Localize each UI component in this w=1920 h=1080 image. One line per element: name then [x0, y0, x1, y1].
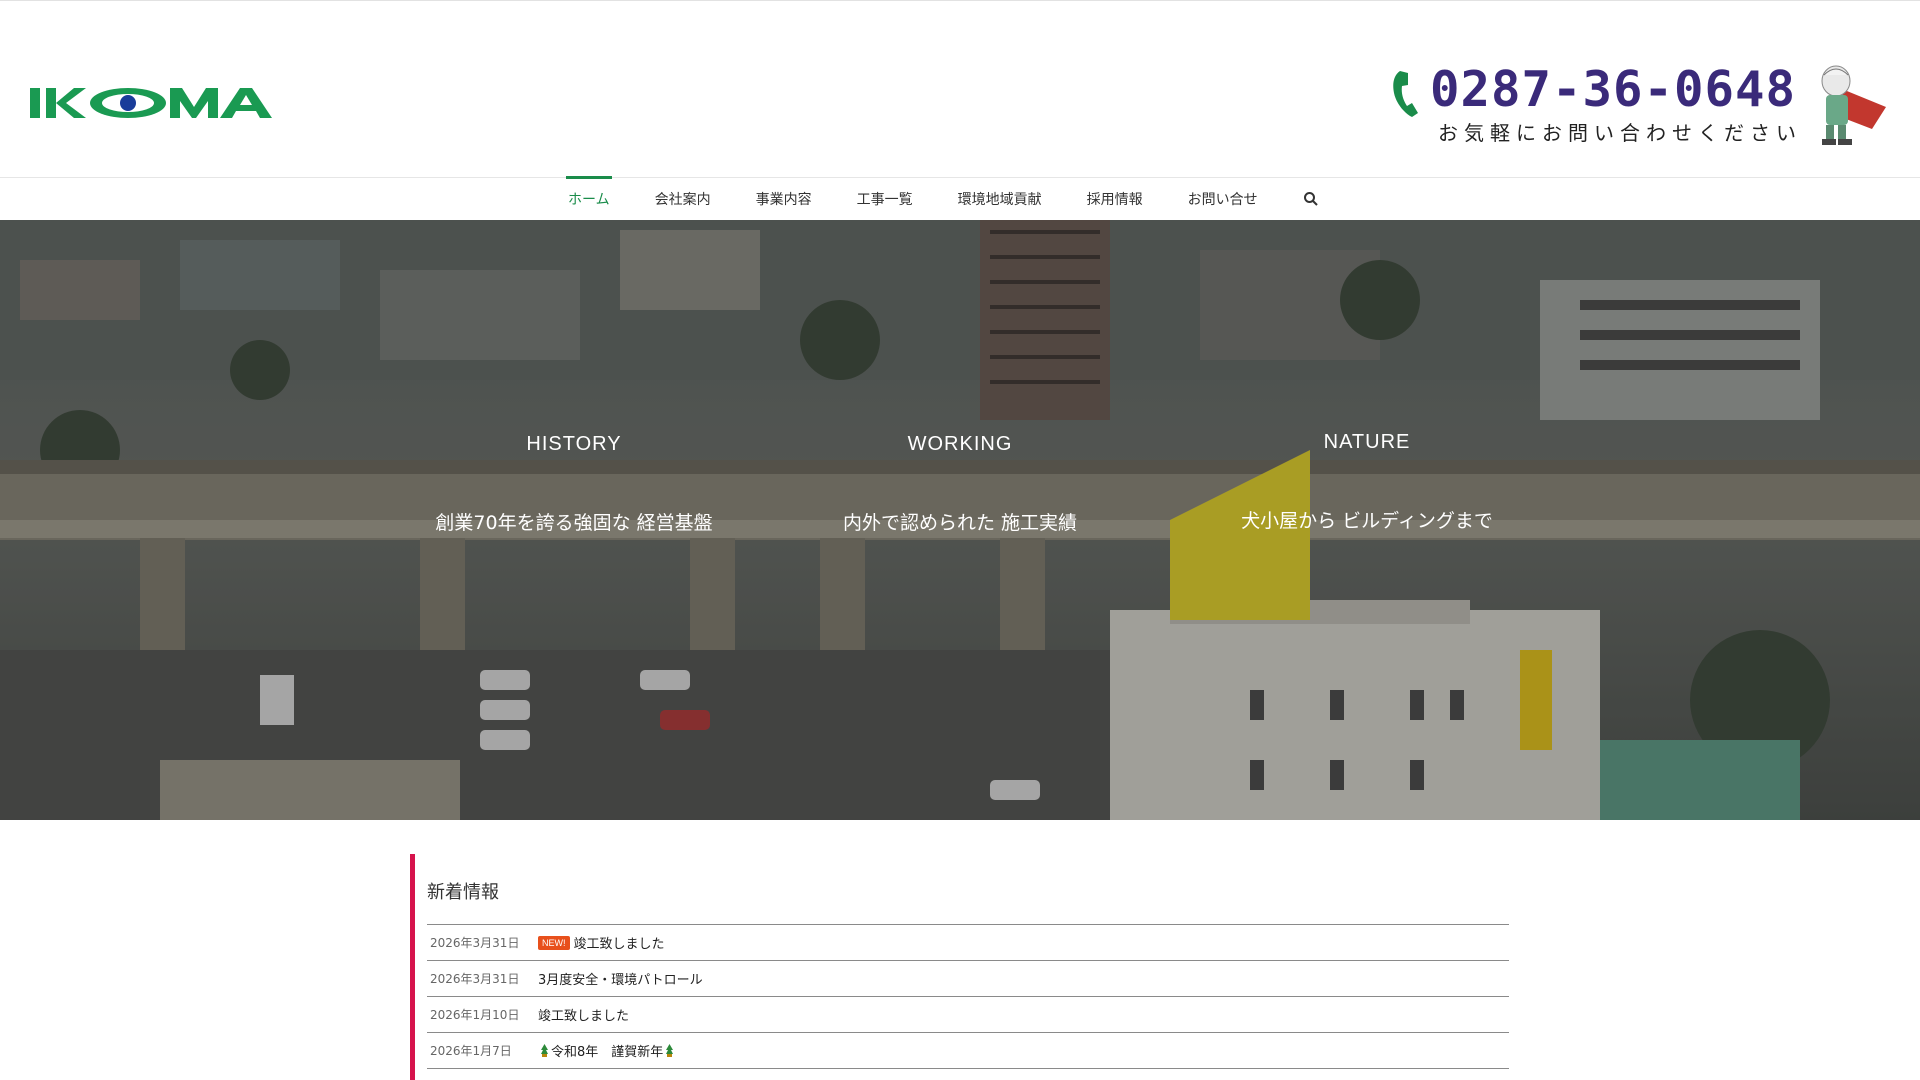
news-date: 2026年1月7日 [430, 1044, 512, 1058]
hero-subtitle-history: 創業70年を誇る強固な 経営基盤 [435, 512, 713, 534]
ikoma-logo[interactable] [30, 85, 292, 121]
phone-note: お気軽にお問い合わせください [1438, 121, 1802, 145]
hero-title-working: WORKING [907, 433, 1013, 455]
hero-subtitle-working: 内外で認められた 施工実績 [842, 512, 1078, 534]
nav-item-environment[interactable]: 環境地域貢献 [958, 178, 1042, 220]
news-section: 新着情報 2026年3月31日 NEW! 竣工致しました 2026年3月31日 … [410, 854, 1509, 1080]
pine-icon [666, 1044, 674, 1057]
hero-column-working[interactable]: WORKING 内外で認められた 施工実績 [780, 433, 1140, 535]
pine-icon [541, 1044, 548, 1057]
news-date: 2026年3月31日 [430, 936, 520, 950]
news-link[interactable]: NEW! 竣工致しました [538, 933, 665, 952]
news-title: 新着情報 [427, 882, 499, 903]
new-badge: NEW! [538, 935, 570, 950]
contact-block: 0287-36-0648 お気軽にお問い合わせください [1390, 59, 1890, 159]
news-text[interactable]: 竣工致しました [574, 933, 665, 952]
hero-column-nature[interactable]: NATURE 犬小屋から ビルディングまで [1187, 431, 1547, 533]
nav-item-recruit[interactable]: 採用情報 [1087, 178, 1143, 220]
nav-item-works[interactable]: 工事一覧 [857, 178, 913, 220]
news-date: 2026年1月10日 [430, 1008, 520, 1022]
nav-item-home[interactable]: ホーム [566, 176, 612, 220]
site-header: 0287-36-0648 お気軽にお問い合わせください [0, 0, 1920, 178]
search-icon[interactable] [1303, 191, 1319, 207]
news-link[interactable]: 3月度安全・環境パトロール [538, 969, 703, 988]
hero-banner: HISTORY 創業70年を誇る強固な 経営基盤 WORKING 内外で認められ… [0, 220, 1920, 820]
news-link[interactable]: 竣工致しました [538, 1005, 629, 1024]
phone-icon [1393, 71, 1418, 117]
hero-title-nature: NATURE [1323, 431, 1411, 453]
news-text[interactable]: 竣工致しました [538, 1005, 629, 1024]
news-row: 2026年1月10日 竣工致しました [427, 997, 1509, 1033]
main-nav: ホーム 会社案内 事業内容 工事一覧 環境地域貢献 採用情報 お問い合せ [0, 176, 1920, 221]
news-row: 2026年3月31日 NEW! 竣工致しました [427, 925, 1509, 961]
nav-item-business[interactable]: 事業内容 [756, 178, 812, 220]
news-text[interactable]: 3月度安全・環境パトロール [538, 969, 703, 988]
news-text[interactable]: 令和8年 謹賀新年 [551, 1041, 663, 1060]
nav-item-contact[interactable]: お問い合せ [1188, 178, 1258, 220]
news-date: 2026年3月31日 [430, 972, 520, 986]
news-row: 2026年3月31日 3月度安全・環境パトロール [427, 961, 1509, 997]
logo-mark [30, 88, 272, 118]
hero-title-history: HISTORY [526, 433, 622, 455]
news-link[interactable]: 令和8年 謹賀新年 [538, 1041, 676, 1060]
phone-number[interactable]: 0287-36-0648 [1430, 61, 1796, 118]
news-list: 2026年3月31日 NEW! 竣工致しました 2026年3月31日 3月度安全… [427, 924, 1509, 1069]
hero-column-history[interactable]: HISTORY 創業70年を誇る強固な 経営基盤 [394, 433, 754, 535]
hero-subtitle-nature: 犬小屋から ビルディングまで [1241, 510, 1493, 532]
news-row: 2026年1月7日 令和8年 謹賀新年 [427, 1033, 1509, 1069]
nav-item-company[interactable]: 会社案内 [655, 178, 711, 220]
mascot-image [1821, 65, 1886, 145]
